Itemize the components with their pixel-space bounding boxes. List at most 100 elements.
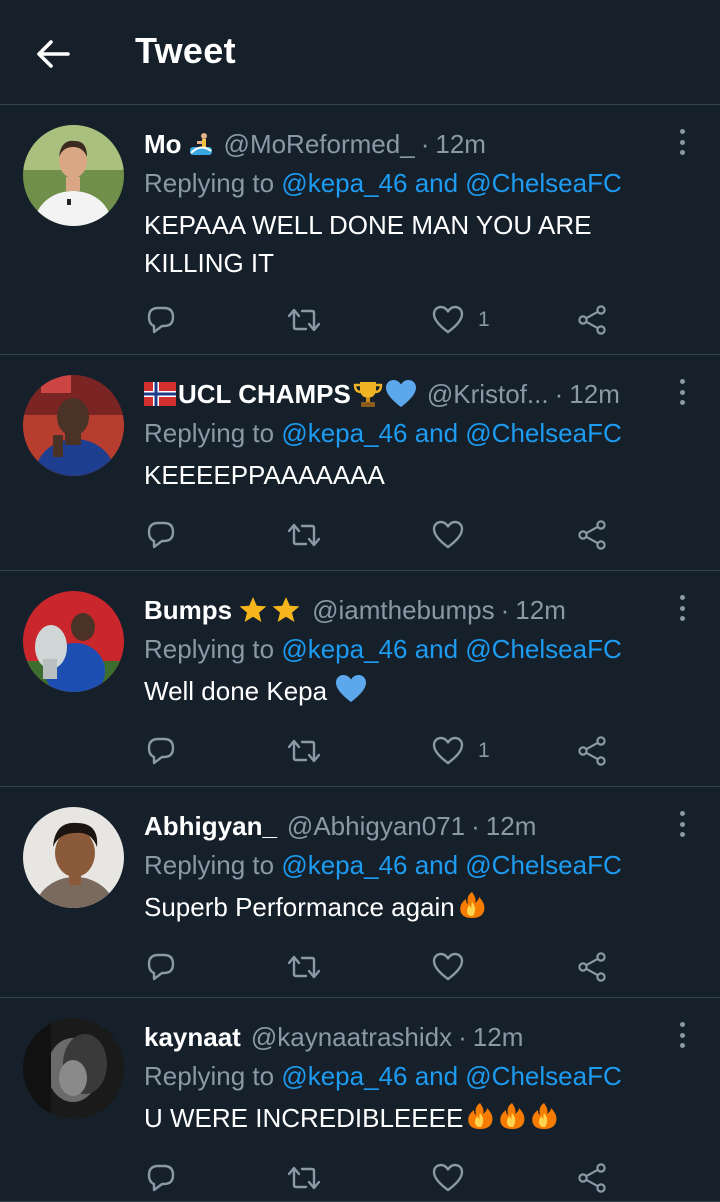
replying-prefix: Replying to [144,634,275,664]
tweet-text: KEEEEPPAAAAAAA [144,456,680,494]
like-button[interactable] [432,1158,478,1198]
share-icon [578,1163,606,1193]
tweet-text: KEPAAA WELL DONE MAN YOU ARE KILLING IT [144,206,680,282]
back-button[interactable] [34,36,72,72]
retweet-icon [287,1166,321,1190]
tweet-reply[interactable]: Mo @MoReformed_ · 12m Replying to @kepa_… [0,105,720,355]
timestamp[interactable]: 12m [515,595,566,626]
avatar[interactable] [23,591,124,692]
mention-links[interactable]: @kepa_46 and @ChelseaFC [281,168,621,198]
separator: · [458,1021,467,1052]
tweet-header: UCL CHAMPS @Kristof... · 12m [144,377,680,411]
timestamp[interactable]: 12m [486,811,537,842]
mention-links[interactable]: @kepa_46 and @ChelseaFC [281,634,621,664]
share-button[interactable] [576,731,608,771]
tweet-reply[interactable]: Bumps @iamthebumps · 12m Replying to @ke… [0,571,720,787]
blue-heart-emoji-icon [335,674,367,704]
tweet-body: Well done Kepa [144,676,328,706]
replying-to: Replying to @kepa_46 and @ChelseaFC [144,634,680,668]
tweet-actions [144,947,624,987]
fire-emoji-icon [529,1101,559,1131]
like-button[interactable] [432,515,478,555]
retweet-icon [287,739,321,763]
tweet-actions [144,1158,624,1198]
share-icon [578,305,606,335]
separator: · [471,810,480,841]
tweet-reply[interactable]: UCL CHAMPS @Kristof... · 12m Replying to… [0,355,720,571]
mention-links[interactable]: @kepa_46 and @ChelseaFC [281,850,621,880]
reply-button[interactable] [146,515,176,555]
timestamp[interactable]: 12m [473,1022,524,1053]
avatar[interactable] [23,375,124,476]
avatar[interactable] [23,807,124,908]
share-icon [578,736,606,766]
reply-button[interactable] [146,731,176,771]
user-handle[interactable]: @Abhigyan071 [287,811,465,842]
user-handle[interactable]: @Kristof... [427,379,549,410]
tweet-text: U WERE INCREDIBLEEEE [144,1099,680,1137]
norway-flag-icon [144,382,176,406]
retweet-button[interactable] [286,947,322,987]
reply-button[interactable] [146,1158,176,1198]
replying-prefix: Replying to [144,850,275,880]
replying-prefix: Replying to [144,1061,275,1091]
user-handle[interactable]: @MoReformed_ [224,129,415,160]
like-button[interactable] [432,947,478,987]
more-vertical-icon [679,811,685,816]
reply-icon [147,737,175,765]
fire-emoji-icon [457,890,487,920]
retweet-button[interactable] [286,300,322,340]
timestamp[interactable]: 12m [569,379,620,410]
heart-icon [432,736,464,765]
heart-icon [432,305,464,334]
more-vertical-icon [679,595,685,600]
mention-links[interactable]: @kepa_46 and @ChelseaFC [281,1061,621,1091]
app-header: Tweet [0,0,720,105]
separator: · [500,594,510,625]
tweet-actions: 1 [144,731,624,771]
replying-prefix: Replying to [144,168,275,198]
display-name[interactable]: Bumps [144,595,232,626]
reply-button[interactable] [146,947,176,987]
share-button[interactable] [576,515,608,555]
retweet-icon [287,955,321,979]
avatar[interactable] [23,125,124,226]
share-icon [578,952,606,982]
reply-icon [147,953,175,981]
share-icon [578,520,606,550]
display-name[interactable]: Mo [144,129,182,160]
mention-links[interactable]: @kepa_46 and @ChelseaFC [281,418,621,448]
page-title: Tweet [135,30,236,71]
tweet-reply[interactable]: kaynaat @kaynaatrashidx · 12m Replying t… [0,998,720,1202]
replying-prefix: Replying to [144,418,275,448]
user-handle[interactable]: @kaynaatrashidx [251,1022,452,1053]
user-handle[interactable]: @iamthebumps [312,595,494,626]
avatar[interactable] [23,1018,124,1119]
retweet-button[interactable] [286,731,322,771]
share-button[interactable] [576,300,608,340]
tweet-body: KEEEEPPAAAAAAA [144,460,385,490]
replying-to: Replying to @kepa_46 and @ChelseaFC [144,168,680,202]
reply-button[interactable] [146,300,176,340]
blue-heart-emoji-icon [385,379,417,409]
tweet-reply[interactable]: Abhigyan_ @Abhigyan071 · 12m Replying to… [0,787,720,998]
heart-icon [432,520,464,549]
like-button[interactable]: 1 [432,300,490,340]
retweet-button[interactable] [286,1158,322,1198]
like-button[interactable]: 1 [432,731,490,771]
tweet-header: Bumps @iamthebumps · 12m [144,593,680,627]
display-name[interactable]: UCL CHAMPS [178,379,351,410]
share-button[interactable] [576,947,608,987]
tweet-actions: 1 [144,300,624,340]
retweet-button[interactable] [286,515,322,555]
like-count: 1 [478,308,490,331]
replying-to: Replying to @kepa_46 and @ChelseaFC [144,418,680,452]
replying-to: Replying to @kepa_46 and @ChelseaFC [144,1061,680,1095]
timestamp[interactable]: 12m [435,129,486,160]
display-name[interactable]: Abhigyan_ [144,811,277,842]
star-emoji-icon [238,595,302,625]
more-vertical-icon [679,129,685,134]
share-button[interactable] [576,1158,608,1198]
tweet-header: Abhigyan_ @Abhigyan071 · 12m [144,809,680,843]
display-name[interactable]: kaynaat [144,1022,241,1053]
